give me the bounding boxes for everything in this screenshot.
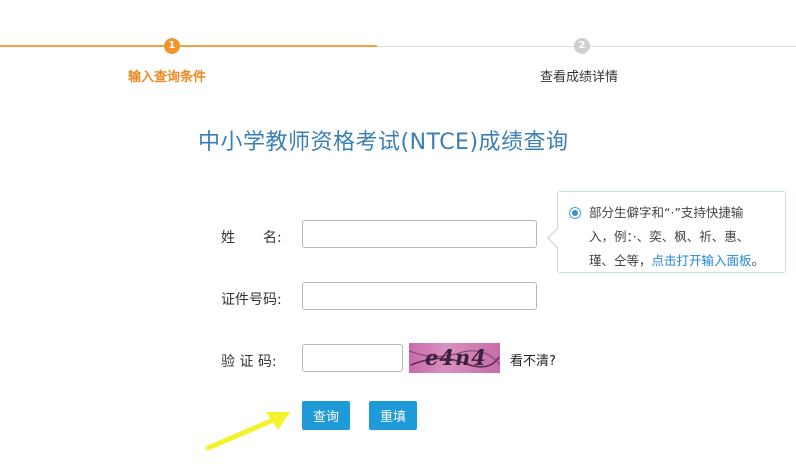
name-input[interactable] — [302, 220, 537, 248]
tooltip-line-3: 瑾、仝等，点击打开输入面板。 — [589, 249, 775, 273]
rare-char-tooltip: 部分生僻字和“·”支持快捷输 入，例：·、奕、枫、祈、惠、 瑾、仝等，点击打开输… — [557, 191, 786, 273]
id-number-input[interactable] — [302, 282, 537, 310]
query-button[interactable]: 查询 — [302, 401, 350, 430]
name-label: 姓 名: — [221, 230, 282, 246]
tooltip-arrow-fill — [549, 229, 558, 247]
step-2-badge: 2 — [574, 38, 590, 54]
captcha-label: 验 证 码: — [221, 354, 277, 370]
tooltip-line-3-suffix: 。 — [751, 253, 765, 268]
pointer-arrow-icon — [205, 412, 290, 451]
reset-button[interactable]: 重填 — [369, 401, 417, 430]
radio-dot-icon — [569, 207, 581, 219]
captcha-image[interactable]: e4n4 — [409, 343, 500, 373]
progress-line-completed — [0, 45, 377, 47]
tooltip-line-3-prefix: 瑾、仝等， — [589, 253, 652, 268]
step-1-badge: 1 — [164, 38, 180, 54]
page-title: 中小学教师资格考试(NTCE)成绩查询 — [198, 130, 569, 155]
tooltip-line-2: 入，例：·、奕、枫、祈、惠、 — [589, 229, 750, 244]
open-input-panel-link[interactable]: 点击打开输入面板 — [652, 253, 752, 268]
refresh-captcha-link[interactable]: 看不清? — [510, 350, 556, 369]
captcha-text: e4n4 — [425, 345, 487, 370]
captcha-input[interactable] — [302, 344, 403, 372]
step-1-label: 输入查询条件 — [128, 70, 207, 85]
tooltip-line-1: 部分生僻字和“·”支持快捷输 — [589, 205, 744, 220]
step-2-label: 查看成绩详情 — [540, 70, 619, 85]
id-number-label: 证件号码: — [221, 292, 282, 308]
